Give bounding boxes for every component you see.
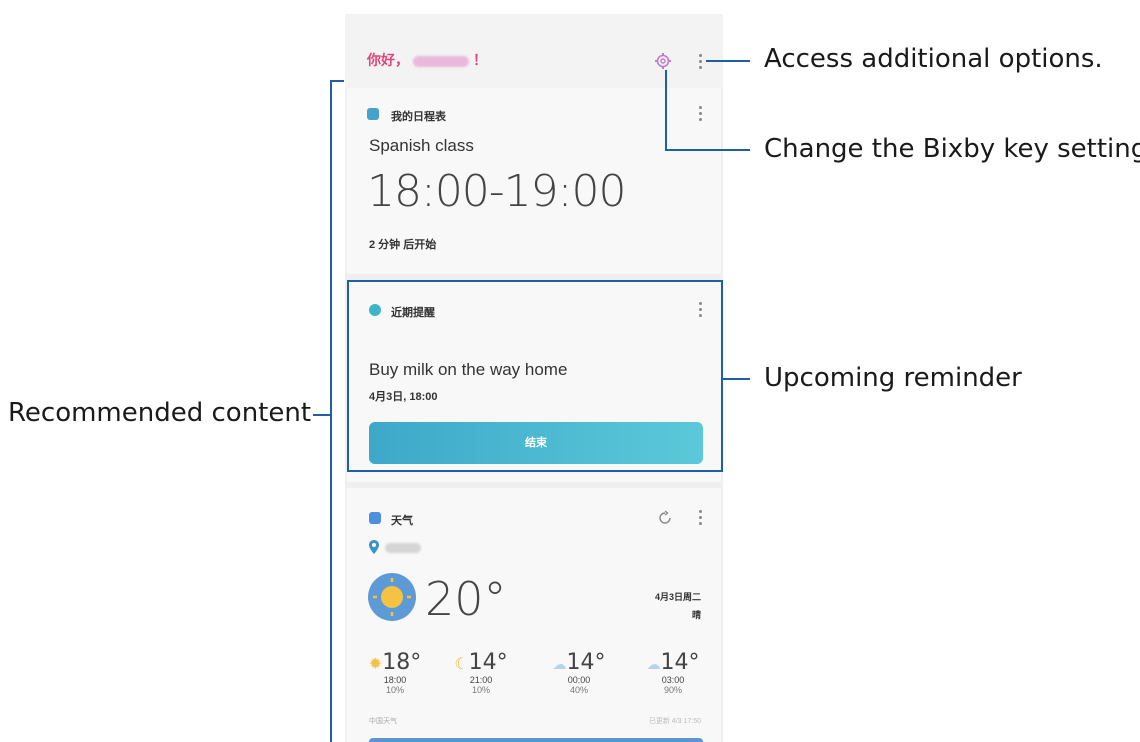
event-time: 18:00-19:00 <box>367 166 626 217</box>
forecast-temp: 18° <box>382 650 422 675</box>
cloud-icon: ☁ <box>646 657 661 673</box>
forecast-precip: 10% <box>471 685 490 695</box>
callout-line-reminder <box>722 378 750 380</box>
callout-line-recommended <box>313 414 331 416</box>
weather-card-title: 天气 <box>391 515 413 527</box>
weather-date: 4月3日周二 <box>654 592 701 602</box>
callout-options: Access additional options. <box>764 44 1103 74</box>
card-menu-icon[interactable] <box>699 510 703 526</box>
moon-icon: ☾ <box>454 654 469 673</box>
callout-line-options <box>706 60 750 62</box>
forecast-precip: 90% <box>663 685 682 695</box>
weather-updated: 已更新 4/3 17:50 <box>648 718 701 725</box>
gear-icon[interactable] <box>654 52 672 70</box>
weather-icon <box>369 512 381 524</box>
forecast-item: ☁14° 03:00 90% <box>643 650 703 695</box>
forecast-hour: 18:00 <box>383 675 407 685</box>
card-menu-icon[interactable] <box>699 106 703 122</box>
reminder-highlight-box <box>347 280 723 472</box>
forecast-hour: 21:00 <box>469 675 493 685</box>
event-name: Spanish class <box>369 136 474 155</box>
user-name-blurred <box>413 55 469 67</box>
event-status: 2 分钟 后开始 <box>369 239 437 251</box>
location-blurred <box>385 543 421 553</box>
callout-line-bixby <box>665 149 750 151</box>
location-pin-icon <box>369 540 379 554</box>
callout-bixby: Change the Bixby key setting. <box>764 134 1140 164</box>
greeting: 你好， ！ <box>367 50 487 70</box>
forecast-item: ✹18° 18:00 10% <box>365 650 425 695</box>
weather-provider: 中国天气 <box>369 718 397 725</box>
forecast-hour: 03:00 <box>661 675 685 685</box>
schedule-card-title: 我的日程表 <box>391 111 446 123</box>
forecast-temp: 14° <box>566 650 606 675</box>
forecast-item: ☁14° 00:00 40% <box>549 650 609 695</box>
bracket-recommended-top <box>330 80 344 82</box>
forecast-precip: 10% <box>385 685 404 695</box>
greeting-prefix: 你好， <box>367 52 409 68</box>
greeting-suffix: ！ <box>473 52 487 68</box>
callout-reminder: Upcoming reminder <box>764 363 1022 393</box>
bracket-recommended <box>330 80 332 742</box>
refresh-icon[interactable] <box>657 510 673 526</box>
weather-detail-button[interactable] <box>369 738 703 742</box>
callout-recommended: Recommended content <box>8 398 312 428</box>
callout-line-bixby-vertical <box>665 70 667 150</box>
weather-card[interactable]: 天气 20° 4月3日周二 晴 ✹18° 18:00 10% ☾14° 21:0… <box>347 488 721 742</box>
current-temperature: 20° <box>425 572 507 626</box>
weather-condition: 晴 <box>691 610 701 620</box>
calendar-icon <box>367 108 379 120</box>
sun-icon <box>368 573 416 621</box>
forecast-precip: 40% <box>569 685 588 695</box>
forecast-temp: 14° <box>468 650 508 675</box>
forecast-temp: 14° <box>660 650 700 675</box>
forecast-item: ☾14° 21:00 10% <box>451 650 511 695</box>
sun-icon: ✹ <box>368 654 383 673</box>
forecast-hour: 00:00 <box>567 675 591 685</box>
cloud-icon: ☁ <box>552 657 567 673</box>
more-options-icon[interactable] <box>699 54 703 70</box>
